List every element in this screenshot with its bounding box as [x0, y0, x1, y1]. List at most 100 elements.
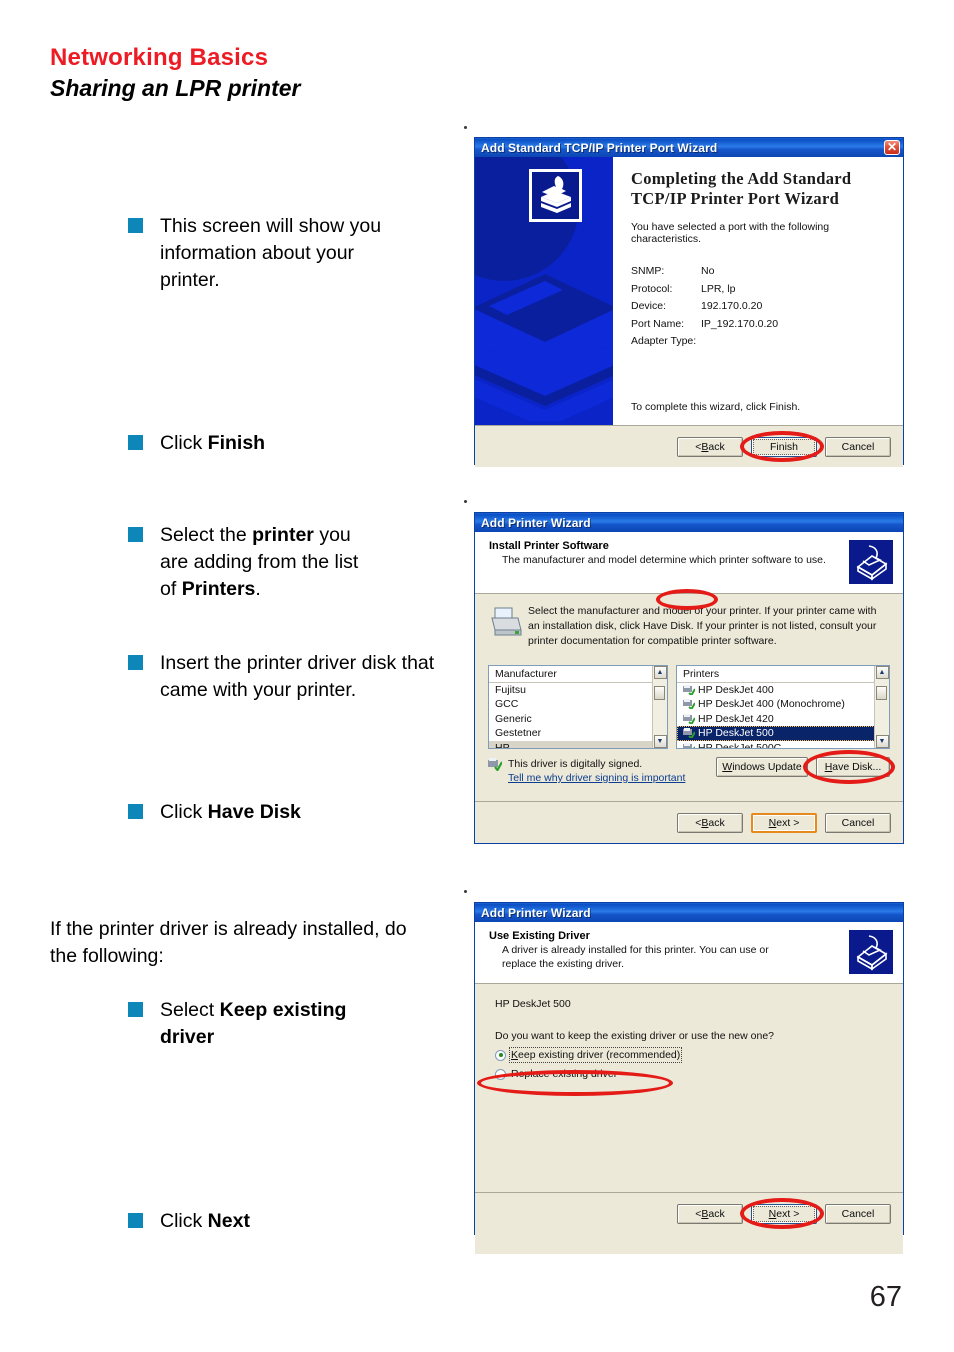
instruction-line: information about your — [160, 241, 355, 264]
manufacturer-scrollbar[interactable]: ▲ ▼ — [652, 665, 667, 748]
list-item-selected[interactable]: HP — [489, 740, 667, 748]
dialog1-heading: Completing the Add Standard TCP/IP Print… — [631, 169, 889, 209]
dialog1-button-bar: < Back Finish Cancel — [475, 425, 903, 467]
list-item[interactable]: HP DeskJet 500C — [677, 741, 889, 748]
instruction-emphasis: Keep existing — [219, 999, 347, 1021]
scrollbar-thumb[interactable] — [654, 685, 665, 700]
printers-scrollbar[interactable]: ▲ ▼ — [874, 665, 889, 748]
list-item[interactable]: Generic — [489, 712, 667, 727]
dialog3-page-header: Use Existing Driver A driver is already … — [475, 922, 903, 984]
driver-signing-link[interactable]: Tell me why driver signing is important — [508, 772, 685, 784]
row-value: 192.170.0.20 — [701, 300, 763, 313]
radio-label: Keep existing driver (recommended) — [508, 1047, 683, 1063]
instruction-line: Select the — [160, 524, 253, 546]
list-item-label: HP DeskJet 420 — [698, 712, 774, 725]
dialog1-body: Completing the Add Standard TCP/IP Print… — [475, 157, 903, 425]
scrollbar-thumb[interactable] — [876, 685, 887, 700]
list-item-selected[interactable]: HP DeskJet 500 — [677, 726, 889, 741]
instruction-line: Click — [160, 432, 208, 454]
list-item[interactable]: Fujitsu — [489, 683, 667, 698]
dialog-add-printer-wizard-install-software[interactable]: Add Printer Wizard Install Printer Softw… — [474, 512, 904, 844]
next-button[interactable]: Next > — [751, 1203, 817, 1224]
scroll-down-icon[interactable]: ▼ — [653, 734, 667, 748]
registration-dot-icon — [464, 126, 467, 129]
next-button[interactable]: Next > — [751, 812, 817, 833]
instruction-text: Click Next — [160, 1208, 250, 1235]
row-key: Device: — [631, 300, 667, 313]
instruction-line: This screen will show you — [160, 215, 382, 237]
instruction-item-click-next: Click Next — [128, 1208, 448, 1235]
signed-driver-icon — [683, 728, 695, 739]
dialog-add-standard-tcpip-printer-port-wizard[interactable]: Add Standard TCP/IP Printer Port Wizard … — [474, 137, 904, 467]
back-button[interactable]: < Back — [677, 1203, 743, 1224]
dialog3-description: A driver is already installed for this p… — [502, 944, 769, 970]
dialog-add-printer-wizard-use-existing-driver[interactable]: Add Printer Wizard Use Existing Driver A… — [474, 902, 904, 1254]
back-button[interactable]: < Back — [677, 436, 743, 457]
row-value: IP_192.170.0.20 — [701, 317, 779, 330]
dialog1-title: Add Standard TCP/IP Printer Port Wizard — [481, 140, 718, 155]
bullet-square-icon — [128, 435, 143, 450]
radio-icon[interactable] — [495, 1068, 506, 1080]
instruction-item-show-info: This screen will show you information ab… — [128, 213, 448, 294]
instruction-line: Click — [160, 801, 208, 823]
page-subtitle: Sharing an LPR printer — [50, 74, 301, 101]
row-key: Adapter Type: — [631, 335, 697, 348]
printers-listbox[interactable]: Printers HP DeskJet 400 HP DeskJet 400 (… — [676, 664, 890, 749]
list-item[interactable]: Gestetner — [489, 726, 667, 741]
dialog3-title: Add Printer Wizard — [481, 905, 591, 920]
table-row: Device: 192.170.0.20 — [631, 300, 889, 312]
radio-replace-existing-driver[interactable]: Replace existing driver — [495, 1068, 903, 1080]
radio-icon-selected[interactable] — [495, 1049, 506, 1061]
printers-items[interactable]: HP DeskJet 400 HP DeskJet 400 (Monochrom… — [677, 683, 889, 748]
bullet-square-icon — [128, 1002, 143, 1017]
finish-button[interactable]: Finish — [751, 436, 817, 457]
dialog2-intro: Select the manufacturer and model of you… — [488, 604, 890, 649]
dialog1-titlebar[interactable]: Add Standard TCP/IP Printer Port Wizard … — [475, 138, 903, 157]
table-row: Adapter Type: — [631, 335, 889, 347]
manufacturer-items[interactable]: Fujitsu GCC Generic Gestetner HP IBM — [489, 683, 667, 748]
list-item[interactable]: HP DeskJet 400 — [677, 683, 889, 698]
list-item[interactable]: GCC — [489, 697, 667, 712]
bullet-square-icon — [128, 655, 143, 670]
back-button[interactable]: < Back — [677, 812, 743, 833]
list-item[interactable]: HP DeskJet 400 (Monochrome) — [677, 697, 889, 712]
cancel-button[interactable]: Cancel — [825, 436, 891, 457]
dialog3-button-bar: < Back Next > Cancel — [475, 1192, 903, 1234]
bullet-square-icon — [128, 527, 143, 542]
manufacturer-listbox[interactable]: Manufacturer Fujitsu GCC Generic Gestetn… — [488, 664, 668, 749]
dialog3-titlebar[interactable]: Add Printer Wizard — [475, 903, 903, 922]
cancel-button[interactable]: Cancel — [825, 812, 891, 833]
have-disk-button[interactable]: Have Disk... — [816, 756, 890, 777]
driver-selection-lists: Manufacturer Fujitsu GCC Generic Gestetn… — [488, 589, 890, 749]
close-icon[interactable]: ✕ — [884, 140, 900, 155]
dialog3-question: Do you want to keep the existing driver … — [495, 1030, 774, 1042]
dialog2-page-header: Install Printer Software The manufacture… — [475, 532, 903, 594]
signed-driver-icon — [683, 699, 695, 710]
bullet-square-icon — [128, 804, 143, 819]
list-item[interactable]: HP DeskJet 420 — [677, 712, 889, 727]
row-value: No — [701, 265, 715, 278]
instruction-emphasis: Have Disk — [207, 801, 301, 823]
page-header: Networking Basics Sharing an LPR printer — [50, 44, 300, 102]
scroll-down-icon[interactable]: ▼ — [875, 734, 889, 748]
instruction-emphasis: Next — [207, 1210, 250, 1232]
instruction-line: printer. — [160, 268, 220, 291]
list-item-label: HP DeskJet 400 — [698, 683, 774, 696]
windows-update-button[interactable]: Windows Update — [716, 756, 808, 777]
instruction-text: Select Keep existing driver — [160, 997, 346, 1051]
bullet-square-icon — [128, 218, 143, 233]
scroll-up-icon[interactable]: ▲ — [875, 665, 889, 679]
signed-driver-icon — [683, 742, 695, 748]
signed-driver-icon — [683, 684, 695, 695]
signed-driver-icon — [488, 757, 502, 771]
instruction-item-click-finish: Click Finish — [128, 430, 448, 457]
radio-keep-existing-driver[interactable]: Keep existing driver (recommended) — [495, 1047, 903, 1063]
registration-dot-icon — [464, 890, 467, 893]
dialog2-titlebar[interactable]: Add Printer Wizard — [475, 513, 903, 532]
scroll-up-icon[interactable]: ▲ — [653, 665, 667, 679]
instruction-text: This screen will show you information ab… — [160, 213, 381, 294]
instruction-line: are adding from the list — [160, 550, 359, 573]
page-number: 67 — [869, 1281, 902, 1313]
radio-label-text: eep existing driver (recommended) — [518, 1049, 681, 1061]
cancel-button[interactable]: Cancel — [825, 1203, 891, 1224]
